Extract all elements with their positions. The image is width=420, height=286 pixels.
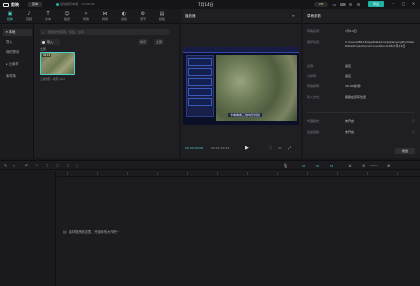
split-icon[interactable]: ⌶	[46, 163, 48, 168]
plus-icon	[42, 40, 45, 44]
redo-icon[interactable]: ↷	[35, 163, 38, 168]
section-label: 全部	[40, 47, 47, 51]
export-button[interactable]: 导出	[368, 1, 384, 7]
preview-side-panel	[186, 55, 214, 117]
sidebar-item-import[interactable]: 导入	[3, 39, 32, 46]
search-icon: ⌕	[42, 30, 44, 34]
info-icon[interactable]: ⓘ	[412, 130, 415, 134]
dropdown-icon[interactable]: ▾	[13, 163, 15, 168]
media-content: ⌕ 导入 排序 全部 全部 00:10 三维地形—地形.mp4	[35, 25, 179, 158]
delete-icon[interactable]: ▯	[76, 163, 78, 168]
sidebar-item-presets[interactable]: 我的预设	[3, 49, 32, 56]
tab-effects[interactable]: ✧ 特效	[79, 11, 93, 23]
auto-save-text: 自动保存本地：14:09:06	[60, 2, 95, 6]
timeline-toolbar: ↖ ▾ ↶ ↷ ⌶ ⊏ ⊐ ▯ 🎙 ⇔ ⇔ ⇔ ⇲ ⊖ ━━━ ⊕	[0, 161, 420, 170]
filter-button[interactable]: 全部	[154, 39, 165, 45]
tab-adjust[interactable]: ⚙ 调节	[136, 11, 150, 23]
sidebar-item-library[interactable]: 素材库	[3, 73, 32, 80]
sidebar-item-local[interactable]: ▾ 本地	[3, 29, 32, 36]
media-panel: ▣ 媒体 ♪ 音频 T 文本 ☺ 贴纸 ✧ 特效 ⋈ 转场 ◐ 滤镜 ⚙ 调节 ▤ 模板 ▾ 本地…	[0, 9, 179, 158]
player-header: 播放器 ≡	[181, 9, 301, 24]
tab-audio[interactable]: ♪ 音频	[22, 11, 36, 23]
undo-icon[interactable]: ↶	[25, 163, 28, 168]
divider	[307, 112, 415, 113]
tab-filter[interactable]: ◐ 滤镜	[117, 11, 131, 23]
ratio-icon[interactable]: ▭	[278, 145, 282, 150]
thumbnail-duration: 00:10	[42, 54, 52, 57]
media-thumbnail[interactable]: 00:10	[40, 52, 75, 75]
window-title: 7月14日	[198, 2, 214, 7]
current-time: 00:00:00:00	[185, 146, 204, 150]
player-panel: 播放器 ≡ 卡看看看三维地形视频 00:00:00:00 00:01:23:23…	[181, 9, 301, 158]
media-tabs: ▣ 媒体 ♪ 音频 T 文本 ☺ 贴纸 ✧ 特效 ⋈ 转场 ◐ 滤镜 ⚙ 调节 ▤ 模板	[0, 9, 179, 24]
zoom-out-icon[interactable]: ⊖	[362, 163, 365, 168]
preview-axis-icon[interactable]: ⇲	[348, 163, 351, 168]
split-right-icon[interactable]: ⊐	[66, 163, 69, 168]
vip-button[interactable]: VIP	[314, 2, 328, 7]
tab-text[interactable]: T 文本	[41, 11, 55, 23]
tab-template[interactable]: ▤ 模板	[155, 11, 169, 23]
search-box[interactable]: ⌕	[40, 29, 170, 35]
menu-button[interactable]: 菜单	[28, 2, 42, 7]
split-left-icon[interactable]: ⊏	[56, 163, 59, 168]
zoom-in-icon[interactable]: ⊕	[387, 163, 390, 168]
sidebar-item-cloud[interactable]: ▸ 云素材	[3, 61, 32, 68]
layout-icon[interactable]: ▭	[332, 2, 337, 7]
player-menu-icon[interactable]: ≡	[292, 13, 295, 18]
auto-snap-icon[interactable]: ⇔	[316, 163, 319, 168]
import-button[interactable]: 导入	[40, 39, 60, 45]
fullscreen-icon[interactable]: ⤢	[288, 145, 291, 150]
crop-icon[interactable]: ⛶	[269, 145, 272, 150]
play-icon[interactable]: ▶	[245, 145, 249, 151]
media-sidebar: ▾ 本地 导入 我的预设 ▸ 云素材 素材库	[0, 25, 34, 158]
track-headers	[0, 171, 56, 286]
preview-topbar	[183, 47, 299, 53]
zoom-slider-icon[interactable]: ━━━	[370, 163, 377, 168]
app-logo: 剪映	[3, 2, 19, 8]
timeline-ruler[interactable]	[57, 171, 420, 177]
preview-caption: 卡看看看三维地形视频	[228, 113, 263, 117]
terrain-map	[216, 55, 297, 121]
linkage-icon[interactable]: ⇔	[330, 163, 333, 168]
maximize-icon[interactable]: ▢	[400, 1, 407, 7]
save-status-icon	[56, 2, 59, 6]
link-main-track-icon[interactable]: ⇔	[302, 163, 305, 168]
timeline-panel: ↖ ▾ ↶ ↷ ⌶ ⊏ ⊐ ▯ 🎙 ⇔ ⇔ ⇔ ⇲ ⊖ ━━━ ⊕	[0, 160, 420, 286]
properties-header: 草稿参数	[303, 9, 420, 24]
sort-button[interactable]: 排序	[138, 39, 149, 45]
settings-icon[interactable]: ⚙	[356, 2, 361, 7]
auto-save-status: 自动保存本地：14:09:06	[56, 2, 94, 6]
select-tool-icon[interactable]: ↖	[4, 163, 7, 168]
search-input[interactable]	[48, 30, 170, 34]
shortcut-icon[interactable]: ⌨	[340, 2, 346, 7]
tab-media[interactable]: ▣ 媒体	[3, 11, 17, 23]
title-bar: 剪映 菜单 自动保存本地：14:09:06 7月14日 VIP ▭ ⌨ ✉ ⚙ …	[0, 0, 420, 9]
app-name: 剪映	[11, 2, 19, 7]
total-time: 00:01:23:23	[211, 146, 230, 150]
minimize-icon[interactable]: –	[390, 1, 397, 7]
close-icon[interactable]: ✕	[410, 1, 417, 7]
logo-icon	[3, 3, 9, 7]
timeline-drop-hint[interactable]: ▤ 素材拖拽到这里，开始你的大作吧~	[63, 229, 119, 234]
tab-transition[interactable]: ⋈ 转场	[98, 11, 112, 23]
media-drop-icon: ▤	[63, 229, 67, 234]
thumbnail-name: 三维地形—地形.mp4	[40, 78, 65, 81]
player-controls: 00:00:00:00 00:01:23:23 ▶ ⛶ ▭ ⤢	[181, 145, 301, 153]
microphone-icon[interactable]: 🎙	[283, 163, 288, 168]
player-title: 播放器	[185, 14, 196, 18]
video-preview[interactable]: 卡看看看三维地形视频	[183, 47, 299, 125]
info-icon[interactable]: ⓘ	[412, 119, 415, 123]
properties-panel: 草稿参数 草稿名称： 7月14日 保存位置： C:/Users/8613/App…	[303, 9, 420, 158]
feedback-icon[interactable]: ✉	[348, 2, 353, 7]
modify-button[interactable]: 修改	[395, 148, 415, 154]
tab-sticker[interactable]: ☺ 贴纸	[60, 11, 74, 23]
properties-title: 草稿参数	[307, 14, 321, 18]
